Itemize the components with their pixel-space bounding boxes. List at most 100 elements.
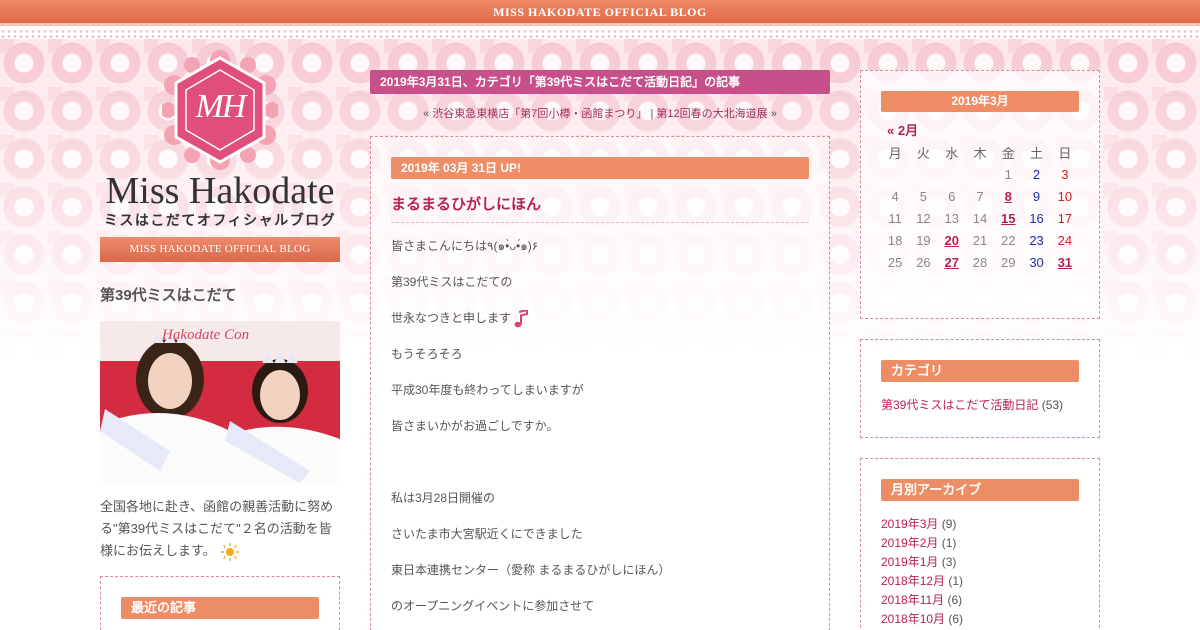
profile-description: 全国各地に赴き、函館の親善活動に努める"第39代ミスはこだて"２名の活動を皆様に… xyxy=(100,496,340,562)
calendar-day: 1 xyxy=(1004,166,1012,182)
pager-prev-marker: « xyxy=(423,108,430,120)
archive-link[interactable]: 2019年1月 xyxy=(881,555,938,569)
archive-link[interactable]: 2019年3月 xyxy=(881,517,938,531)
archive-list: 2019年3月 (9) 2019年2月 (1) 2019年1月 (3) 2018… xyxy=(881,515,1079,629)
logo-subtitle: ミスはこだてオフィシャルブログ xyxy=(103,212,337,228)
entry-paragraph: 私は3月28日開催の xyxy=(391,491,496,505)
entry-paragraph: 平成30年度も終わってしまいますが xyxy=(391,383,584,397)
archive-count: (1) xyxy=(941,536,957,550)
entry-pager: « 渋谷東急東横店「第7回小樽・函館まつり」 | 第12回春の大北海道展 » xyxy=(370,104,830,124)
archive-count: (6) xyxy=(948,612,964,626)
entry-paragraph: 皆さまこんにちは٩(๑•̀ᴗ•́๑)۶ xyxy=(391,239,539,253)
site-header-title[interactable]: MISS HAKODATE OFFICIAL BLOG xyxy=(493,5,707,19)
calendar-day: 24 xyxy=(1057,232,1073,248)
calendar-day: 5 xyxy=(919,188,928,204)
archive-count: (3) xyxy=(941,555,957,569)
profile-description-text: 全国各地に赴き、函館の親善活動に努める"第39代ミスはこだて"２名の活動を皆様に… xyxy=(100,499,334,558)
calendar-day: 18 xyxy=(887,232,903,248)
calendar-week: 4 5 6 7 8 9 10 xyxy=(881,185,1079,207)
calendar-box: 2019年3月 « 2月 月 火 水 木 金 土 日 1 2 3 4 5 6 7 8 9 10 11… xyxy=(860,70,1100,319)
archive-link[interactable]: 2019年2月 xyxy=(881,536,938,550)
entry-date-bar: 2019年 03月 31日 UP! xyxy=(391,157,809,179)
pager-next-marker: » xyxy=(770,108,777,120)
archive-item: 2019年2月 (1) xyxy=(881,534,1079,553)
calendar-day: 11 xyxy=(888,210,902,226)
calendar-day: 22 xyxy=(1001,232,1016,248)
archive-item: 2018年10月 (6) xyxy=(881,610,1079,629)
prev-entry-link[interactable]: 渋谷東急東横店「第7回小樽・函館まつり」 xyxy=(432,108,647,120)
calendar-day: 2 xyxy=(1032,166,1041,182)
calendar-prev-link[interactable]: « 2月 xyxy=(887,120,1079,139)
entry-paragraph: さいたま市大宮駅近くにできました xyxy=(391,527,583,541)
profile-photo: Hakodate Con xyxy=(100,321,340,483)
calendar-day xyxy=(938,163,966,185)
calendar-day: 16 xyxy=(1029,210,1044,226)
calendar-day: 3 xyxy=(1061,166,1069,182)
calendar-heading: 2019年3月 xyxy=(881,91,1079,112)
archive-count: (6) xyxy=(947,593,963,607)
archive-item: 2018年11月 (6) xyxy=(881,591,1079,610)
logo-emblem-letters: MH xyxy=(195,88,247,125)
archive-count: (9) xyxy=(941,517,957,531)
category-heading: カテゴリ xyxy=(881,360,1079,382)
dotted-divider xyxy=(0,29,1200,39)
calendar-day: 14 xyxy=(972,210,988,226)
recent-posts-box: 最近の記事 xyxy=(100,576,340,630)
archive-heading: 月別アーカイブ xyxy=(881,479,1079,501)
archive-link[interactable]: 2018年12月 xyxy=(881,574,945,588)
calendar-day: 10 xyxy=(1057,188,1073,204)
next-entry-link[interactable]: 第12回春の大北海道展 xyxy=(656,108,767,120)
calendar-day: 4 xyxy=(891,188,899,204)
date-banner: 2019年3月31日、カテゴリ「第39代ミスはこだて活動日記」の記事 xyxy=(370,70,830,94)
calendar-day: 13 xyxy=(944,210,959,226)
calendar-day: 12 xyxy=(916,210,931,226)
calendar-week: 1 2 3 xyxy=(881,163,1079,185)
weekday-tue: 火 xyxy=(916,145,930,161)
entry-body: 皆さまこんにちは٩(๑•̀ᴗ•́๑)۶ 第39代ミスはこだての 世永なつきと申し… xyxy=(391,237,809,630)
calendar-table: 月 火 水 木 金 土 日 1 2 3 4 5 6 7 8 9 10 11 12 13 14 15 16 17 1… xyxy=(881,141,1079,273)
entry-paragraph: 皆さまいかがお過ごしですか。 xyxy=(391,419,559,433)
category-list: 第39代ミスはこだて活動日記 (53) xyxy=(881,396,1079,415)
top-bar: MISS HAKODATE OFFICIAL BLOG xyxy=(0,0,1200,26)
entry-paragraph xyxy=(391,453,809,489)
category-count: (53) xyxy=(1041,398,1064,412)
category-item: 第39代ミスはこだて活動日記 (53) xyxy=(881,396,1079,415)
sun-icon xyxy=(221,542,240,561)
calendar-weeks: 1 2 3 4 5 6 7 8 9 10 11 12 13 14 15 16 17 18 19 20 21 22 23 24 2… xyxy=(881,163,1079,273)
archive-item: 2019年3月 (9) xyxy=(881,515,1079,534)
calendar-week: 25 26 27 28 29 30 31 xyxy=(881,251,1079,273)
entry-paragraph: 東日本連携センター（愛称 まるまるひがしにほん） xyxy=(391,563,671,577)
calendar-day-link[interactable]: 20 xyxy=(938,229,966,251)
logo-emblem[interactable]: MH xyxy=(160,50,280,170)
archive-count: (1) xyxy=(948,574,964,588)
weekday-thu: 木 xyxy=(973,145,987,161)
entry-paragraph: のオープニングイベントに参加させて xyxy=(391,599,595,613)
entry-title[interactable]: まるまるひがしにほん xyxy=(391,193,809,223)
calendar-day: 19 xyxy=(916,232,931,248)
weekday-mon: 月 xyxy=(888,145,902,161)
calendar-week: 18 19 20 21 22 23 24 xyxy=(881,229,1079,251)
weekday-sun: 日 xyxy=(1058,145,1072,161)
calendar-day xyxy=(966,163,994,185)
archive-box: 月別アーカイブ 2019年3月 (9) 2019年2月 (1) 2019年1月 … xyxy=(860,458,1100,630)
calendar-day: 6 xyxy=(948,188,956,204)
calendar-day-link[interactable]: 8 xyxy=(994,185,1022,207)
calendar-day-link[interactable]: 15 xyxy=(994,207,1022,229)
archive-item: 2018年12月 (1) xyxy=(881,572,1079,591)
entry-paragraph-text: 世永なつきと申します xyxy=(391,311,512,325)
right-sidebar: 2019年3月 « 2月 月 火 水 木 金 土 日 1 2 3 4 5 6 7 8 9 10 11… xyxy=(860,70,1100,630)
calendar-week: 11 12 13 14 15 16 17 xyxy=(881,207,1079,229)
calendar-day-link[interactable]: 31 xyxy=(1051,251,1079,273)
category-link[interactable]: 第39代ミスはこだて活動日記 xyxy=(881,398,1038,412)
archive-link[interactable]: 2018年11月 xyxy=(881,593,944,607)
calendar-day-link[interactable]: 27 xyxy=(938,251,966,273)
calendar-day xyxy=(881,163,909,185)
logo-name[interactable]: Miss Hakodate xyxy=(100,170,340,212)
calendar-day: 29 xyxy=(1001,254,1016,270)
blog-entry: 2019年 03月 31日 UP! まるまるひがしにほん 皆さまこんにちは٩(๑… xyxy=(370,136,830,630)
photo-caption: Hakodate Con xyxy=(162,327,250,343)
category-box: カテゴリ 第39代ミスはこだて活動日記 (53) xyxy=(860,339,1100,438)
archive-link[interactable]: 2018年10月 xyxy=(881,612,945,626)
entry-paragraph: 世永なつきと申します xyxy=(391,309,809,345)
calendar-day xyxy=(909,163,937,185)
